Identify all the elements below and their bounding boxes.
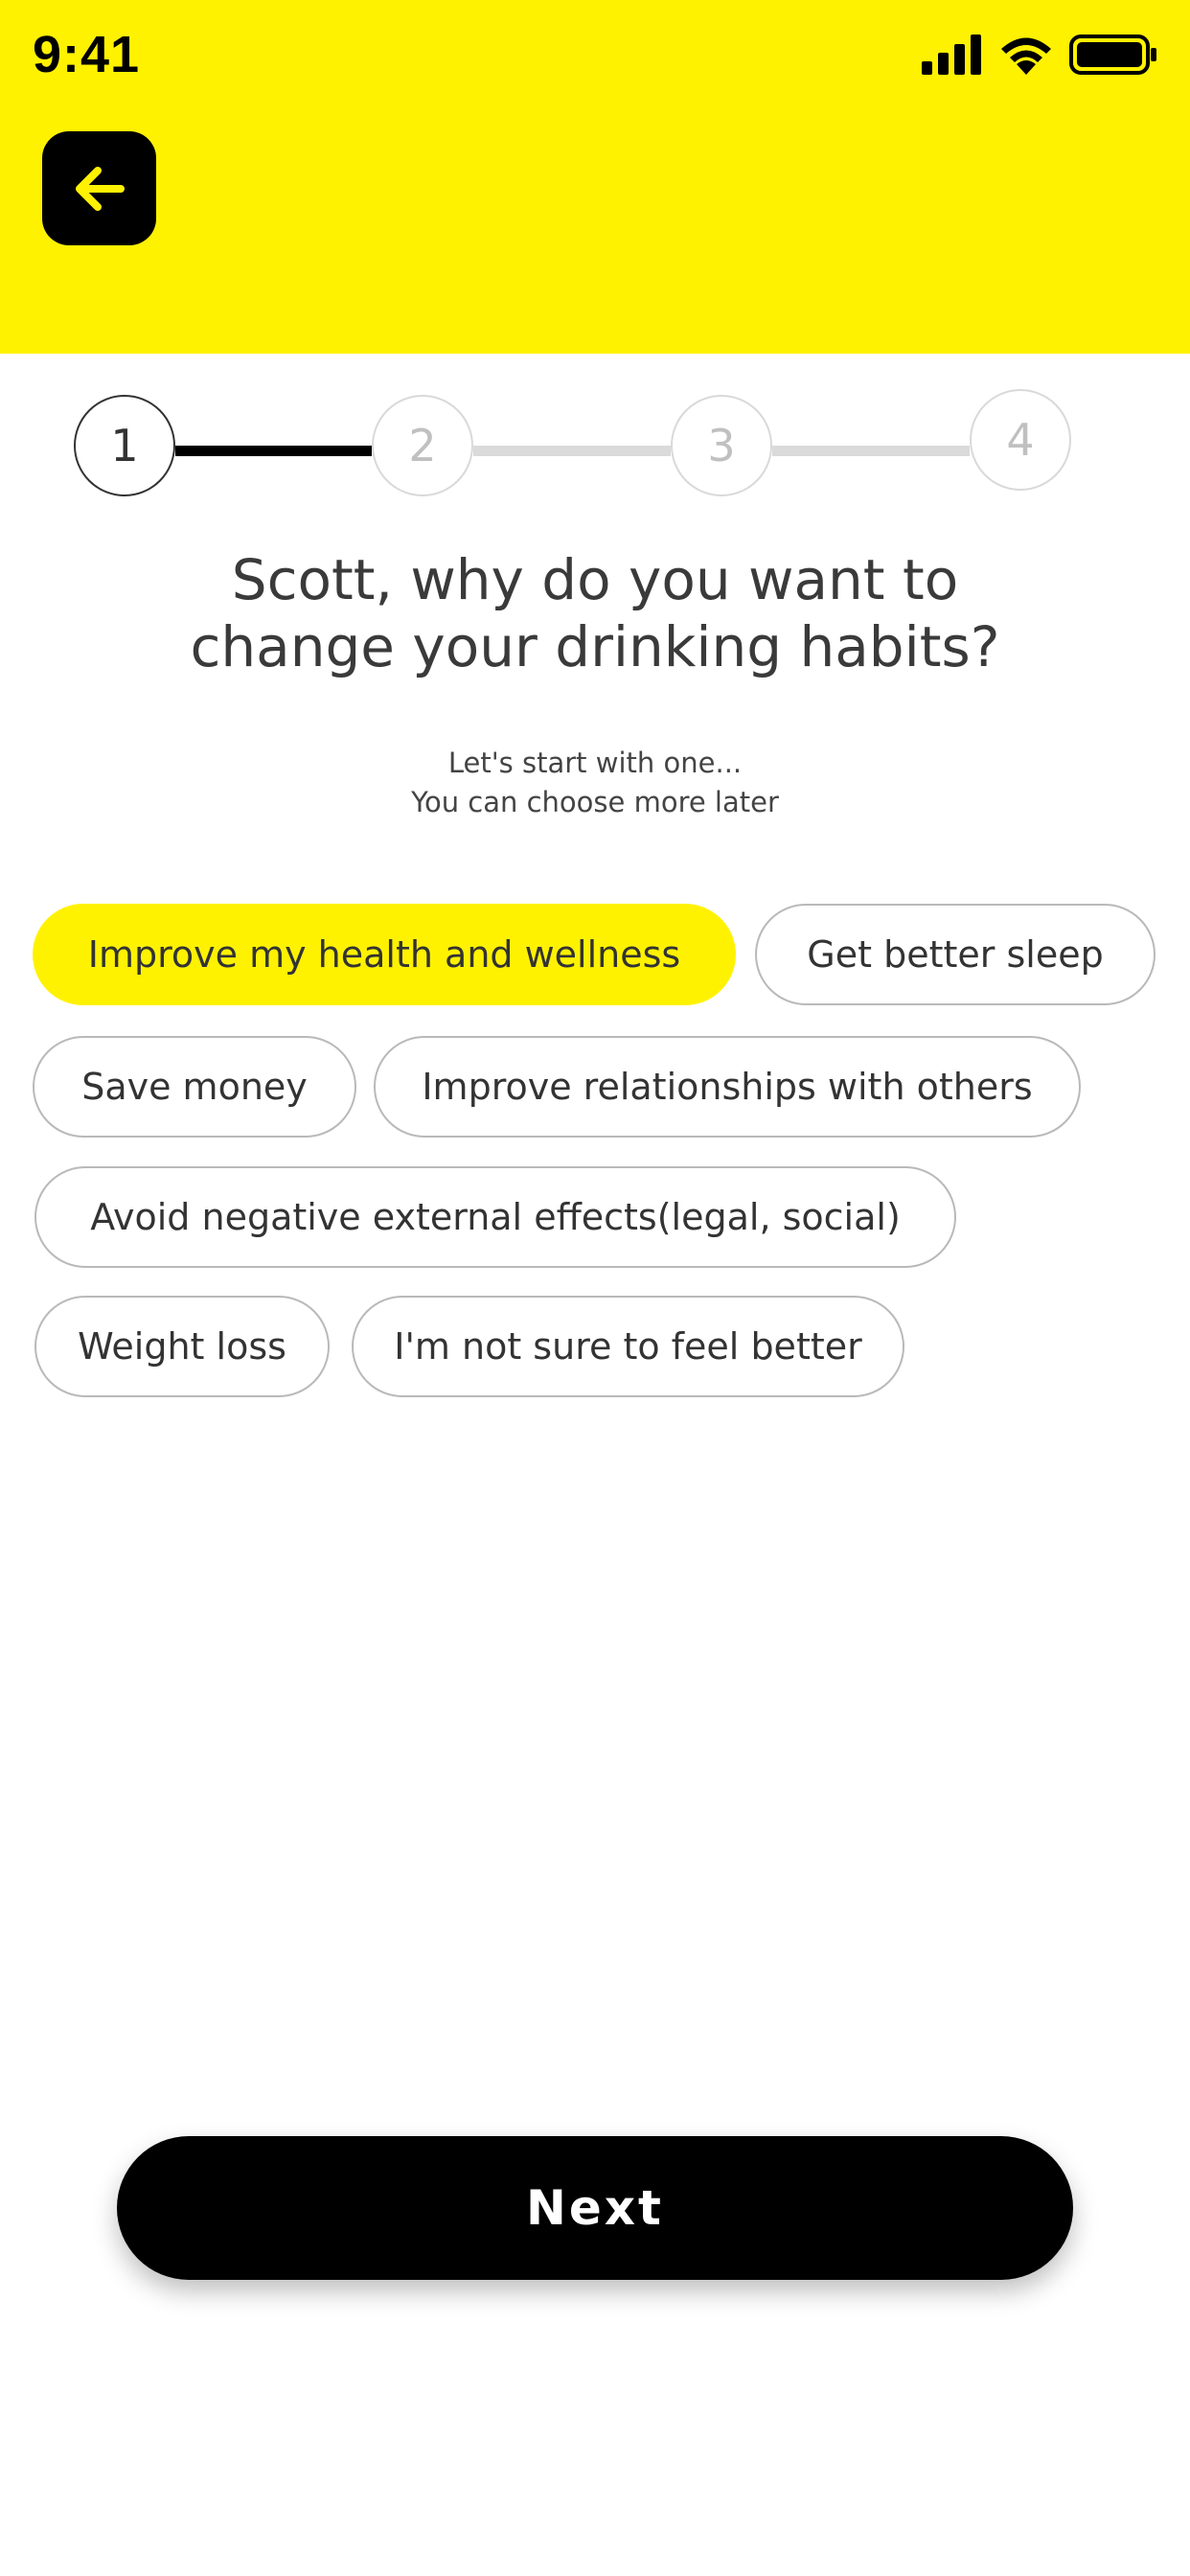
question-line-2: change your drinking habits? xyxy=(190,614,1000,679)
status-time: 9:41 xyxy=(33,26,141,83)
signal-icon xyxy=(922,34,981,75)
header: 9:41 xyxy=(0,0,1190,354)
option-chip-money[interactable]: Save money xyxy=(33,1036,356,1138)
option-chip-relationships[interactable]: Improve relationships with others xyxy=(374,1036,1081,1138)
step-connector-1 xyxy=(175,446,372,456)
step-2: 2 xyxy=(372,395,473,496)
arrow-left-icon xyxy=(75,166,125,211)
subtext-line-1: Let's start with one... xyxy=(447,747,743,779)
step-4: 4 xyxy=(970,389,1071,491)
option-chip-weight-loss[interactable]: Weight loss xyxy=(34,1296,330,1397)
step-1: 1 xyxy=(74,395,175,496)
step-connector-2 xyxy=(473,446,671,456)
option-chip-not-sure[interactable]: I'm not sure to feel better xyxy=(352,1296,904,1397)
battery-icon xyxy=(1069,34,1156,75)
progress-stepper: 1 2 3 4 xyxy=(74,389,1074,500)
status-icons xyxy=(922,34,1157,75)
question-line-1: Scott, why do you want to xyxy=(231,547,959,612)
question-subtext: Let's start with one... You can choose m… xyxy=(96,744,1094,822)
subtext-line-2: You can choose more later xyxy=(411,786,779,818)
step-3: 3 xyxy=(671,395,772,496)
option-chip-external-effects[interactable]: Avoid negative external effects(legal, s… xyxy=(34,1166,956,1268)
next-button[interactable]: Next xyxy=(117,2136,1073,2280)
step-connector-3 xyxy=(772,446,970,456)
back-button[interactable] xyxy=(42,131,156,245)
wifi-icon xyxy=(1001,37,1051,75)
question-title: Scott, why do you want to change your dr… xyxy=(57,546,1133,680)
option-chip-sleep[interactable]: Get better sleep xyxy=(755,904,1156,1005)
option-chip-health[interactable]: Improve my health and wellness xyxy=(33,904,736,1005)
